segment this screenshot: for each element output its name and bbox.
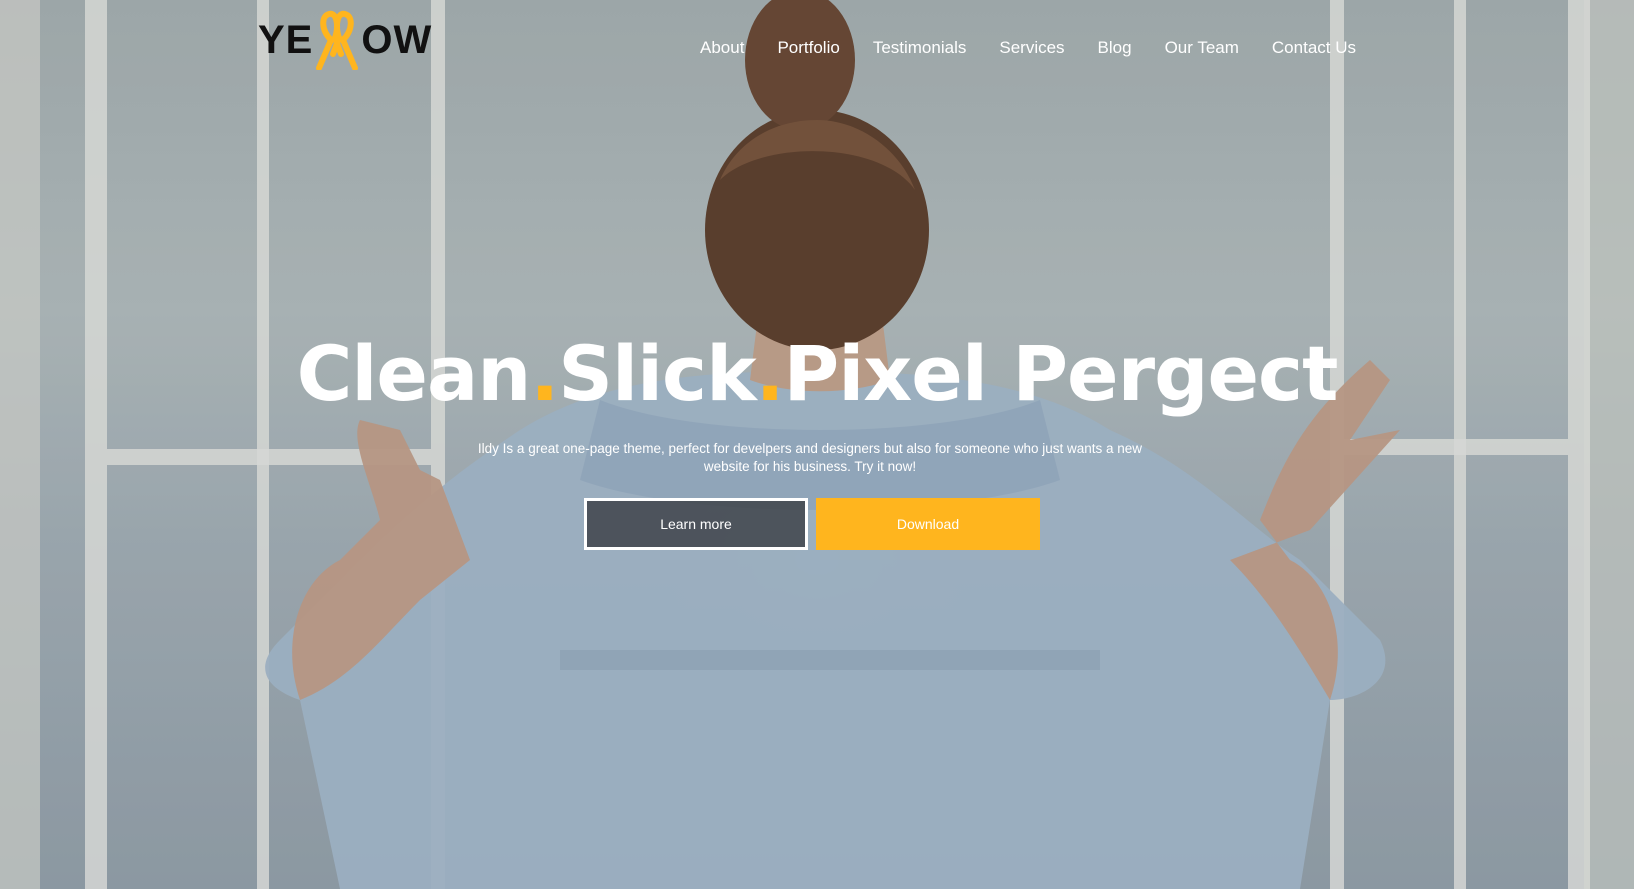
nav-item-our-team[interactable]: Our Team — [1165, 38, 1239, 58]
hero-subtext-line-2: website for his business. Try it now! — [703, 459, 917, 474]
nav-item-testimonials[interactable]: Testimonials — [873, 38, 967, 58]
headline-word-clean: Clean — [296, 329, 532, 418]
headline-word-pixel-pergect: Pixel Pergect — [783, 329, 1339, 418]
nav-item-about[interactable]: About — [700, 38, 744, 58]
logo-text-left: YE — [258, 17, 314, 62]
double-loop-ribbon-icon — [316, 10, 359, 70]
hero-subtext: Ildy Is a great one-page theme, perfect … — [470, 440, 1150, 476]
hero-headline: Clean.Slick.Pixel Pergect — [0, 336, 1634, 412]
logo[interactable]: YE OW — [258, 10, 432, 70]
hero-subtext-line-1: Ildy Is a great one-page theme, perfect … — [477, 441, 1143, 456]
download-button[interactable]: Download — [816, 498, 1040, 550]
nav-item-services[interactable]: Services — [999, 38, 1064, 58]
nav-item-blog[interactable]: Blog — [1098, 38, 1132, 58]
headline-word-slick: Slick — [558, 329, 756, 418]
nav-item-contact-us[interactable]: Contact Us — [1272, 38, 1356, 58]
learn-more-button[interactable]: Learn more — [584, 498, 808, 550]
headline-accent-dot: . — [530, 329, 559, 418]
main-nav: About Portfolio Testimonials Services Bl… — [700, 38, 1356, 58]
nav-item-portfolio[interactable]: Portfolio — [777, 38, 839, 58]
logo-text-right: OW — [361, 17, 433, 62]
headline-accent-dot: . — [755, 329, 785, 418]
